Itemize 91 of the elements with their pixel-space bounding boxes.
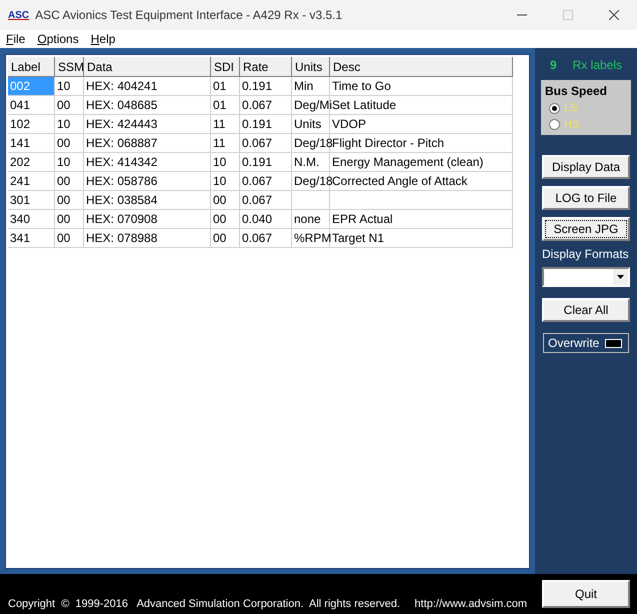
table-cell: 102 xyxy=(8,115,55,134)
clear-button[interactable]: Clear All xyxy=(542,298,630,322)
table-cell: HEX: 058786 xyxy=(84,172,211,191)
table-cell: 10 xyxy=(211,172,240,191)
table-cell: HEX: 404241 xyxy=(84,77,211,96)
table-cell: Units xyxy=(292,115,330,134)
table-cell: N.M. xyxy=(292,153,330,172)
column-header[interactable]: Rate xyxy=(240,57,292,77)
column-header[interactable]: Desc xyxy=(330,57,513,77)
column-header[interactable]: Data xyxy=(84,57,211,77)
table-cell: 01 xyxy=(211,96,240,115)
table-cell: Time to Go xyxy=(330,77,513,96)
table-cell: VDOP xyxy=(330,115,513,134)
table-cell: 341 xyxy=(8,229,55,248)
table-cell: Min xyxy=(292,77,330,96)
table-cell: HEX: 068887 xyxy=(84,134,211,153)
table-cell: 00 xyxy=(211,191,240,210)
table-cell: 00 xyxy=(211,210,240,229)
table-cell: 141 xyxy=(8,134,55,153)
table-cell: HEX: 078988 xyxy=(84,229,211,248)
radio-label: HS xyxy=(564,118,580,132)
table-cell: 0.040 xyxy=(240,210,292,229)
overwrite-toggle[interactable]: Overwrite xyxy=(543,333,629,353)
table-cell: 00 xyxy=(55,191,84,210)
table-cell: 002 xyxy=(8,77,55,96)
app-logo: ASC xyxy=(8,8,30,22)
table-cell: 00 xyxy=(55,134,84,153)
table-cell: Deg/Mi xyxy=(292,96,330,115)
table-cell: 00 xyxy=(55,172,84,191)
table-cell: 0.191 xyxy=(240,115,292,134)
action-button[interactable]: Screen JPG xyxy=(542,217,630,241)
column-header[interactable]: Label xyxy=(8,57,55,77)
table-cell: 00 xyxy=(55,96,84,115)
close-icon[interactable] xyxy=(609,10,619,20)
table-cell: 0.191 xyxy=(240,153,292,172)
column-header[interactable]: SDI xyxy=(211,57,240,77)
table-cell: HEX: 038584 xyxy=(84,191,211,210)
table-cell: Target N1 xyxy=(330,229,513,248)
table-cell: %RPM xyxy=(292,229,330,248)
table-cell: 11 xyxy=(211,115,240,134)
table-cell: Energy Management (clean) xyxy=(330,153,513,172)
table-cell: 202 xyxy=(8,153,55,172)
table-cell xyxy=(292,191,330,210)
formats-label: Display Formats xyxy=(542,246,629,263)
column-header[interactable]: Units xyxy=(292,57,330,77)
table-cell: 0.067 xyxy=(240,191,292,210)
table-cell: HEX: 424443 xyxy=(84,115,211,134)
group-title: Bus Speed xyxy=(545,83,608,100)
table-cell: HEX: 414342 xyxy=(84,153,211,172)
rx-count: 9 xyxy=(550,57,557,74)
table-cell: 00 xyxy=(211,229,240,248)
table-cell: Deg/18 xyxy=(292,172,330,191)
table-cell: 00 xyxy=(55,229,84,248)
table-cell: 00 xyxy=(55,210,84,229)
table-cell: Set Latitude xyxy=(330,96,513,115)
table-cell: 0.191 xyxy=(240,77,292,96)
table-cell: 10 xyxy=(55,115,84,134)
table-cell: 301 xyxy=(8,191,55,210)
radio-label: LS xyxy=(564,101,578,116)
table-cell: 041 xyxy=(8,96,55,115)
dropdown-arrow-icon xyxy=(617,275,624,279)
table-cell: 241 xyxy=(8,172,55,191)
website-link[interactable]: http://www.advsim.com xyxy=(414,596,527,612)
column-header[interactable]: SSM xyxy=(55,57,84,77)
menu-item[interactable]: Help xyxy=(90,30,116,48)
table-cell: 0.067 xyxy=(240,134,292,153)
table-cell: none xyxy=(292,210,330,229)
table-cell: 340 xyxy=(8,210,55,229)
table-cell: 0.067 xyxy=(240,172,292,191)
rx-count-label: Rx labels xyxy=(572,57,622,74)
table-cell: HEX: 070908 xyxy=(84,210,211,229)
quit-button[interactable]: Quit xyxy=(542,580,630,608)
table-cell: 10 xyxy=(55,153,84,172)
table-cell: 0.067 xyxy=(240,229,292,248)
action-button[interactable]: Display Data xyxy=(542,155,630,179)
formats-dropdown[interactable] xyxy=(542,267,630,287)
table-cell: HEX: 048685 xyxy=(84,96,211,115)
radio-button[interactable] xyxy=(549,119,560,130)
table-cell: 11 xyxy=(211,134,240,153)
menu-item[interactable]: Options xyxy=(37,30,79,48)
table-cell: EPR Actual xyxy=(330,210,513,229)
radio-button[interactable] xyxy=(549,102,560,114)
copyright-text: Copyright © 1999-2016 Advanced Simulation Corporation. All rights reserved. xyxy=(8,596,400,612)
table-cell: 10 xyxy=(211,153,240,172)
menu-item[interactable]: File xyxy=(6,30,26,48)
window-title: ASC Avionics Test Equipment Interface - A429 Rx - v3.5.1 xyxy=(35,7,342,24)
table-cell: 10 xyxy=(55,77,84,96)
table-cell: 01 xyxy=(211,77,240,96)
action-button[interactable]: LOG to File xyxy=(542,186,630,210)
table-cell: 0.067 xyxy=(240,96,292,115)
table-cell: Deg/18 xyxy=(292,134,330,153)
